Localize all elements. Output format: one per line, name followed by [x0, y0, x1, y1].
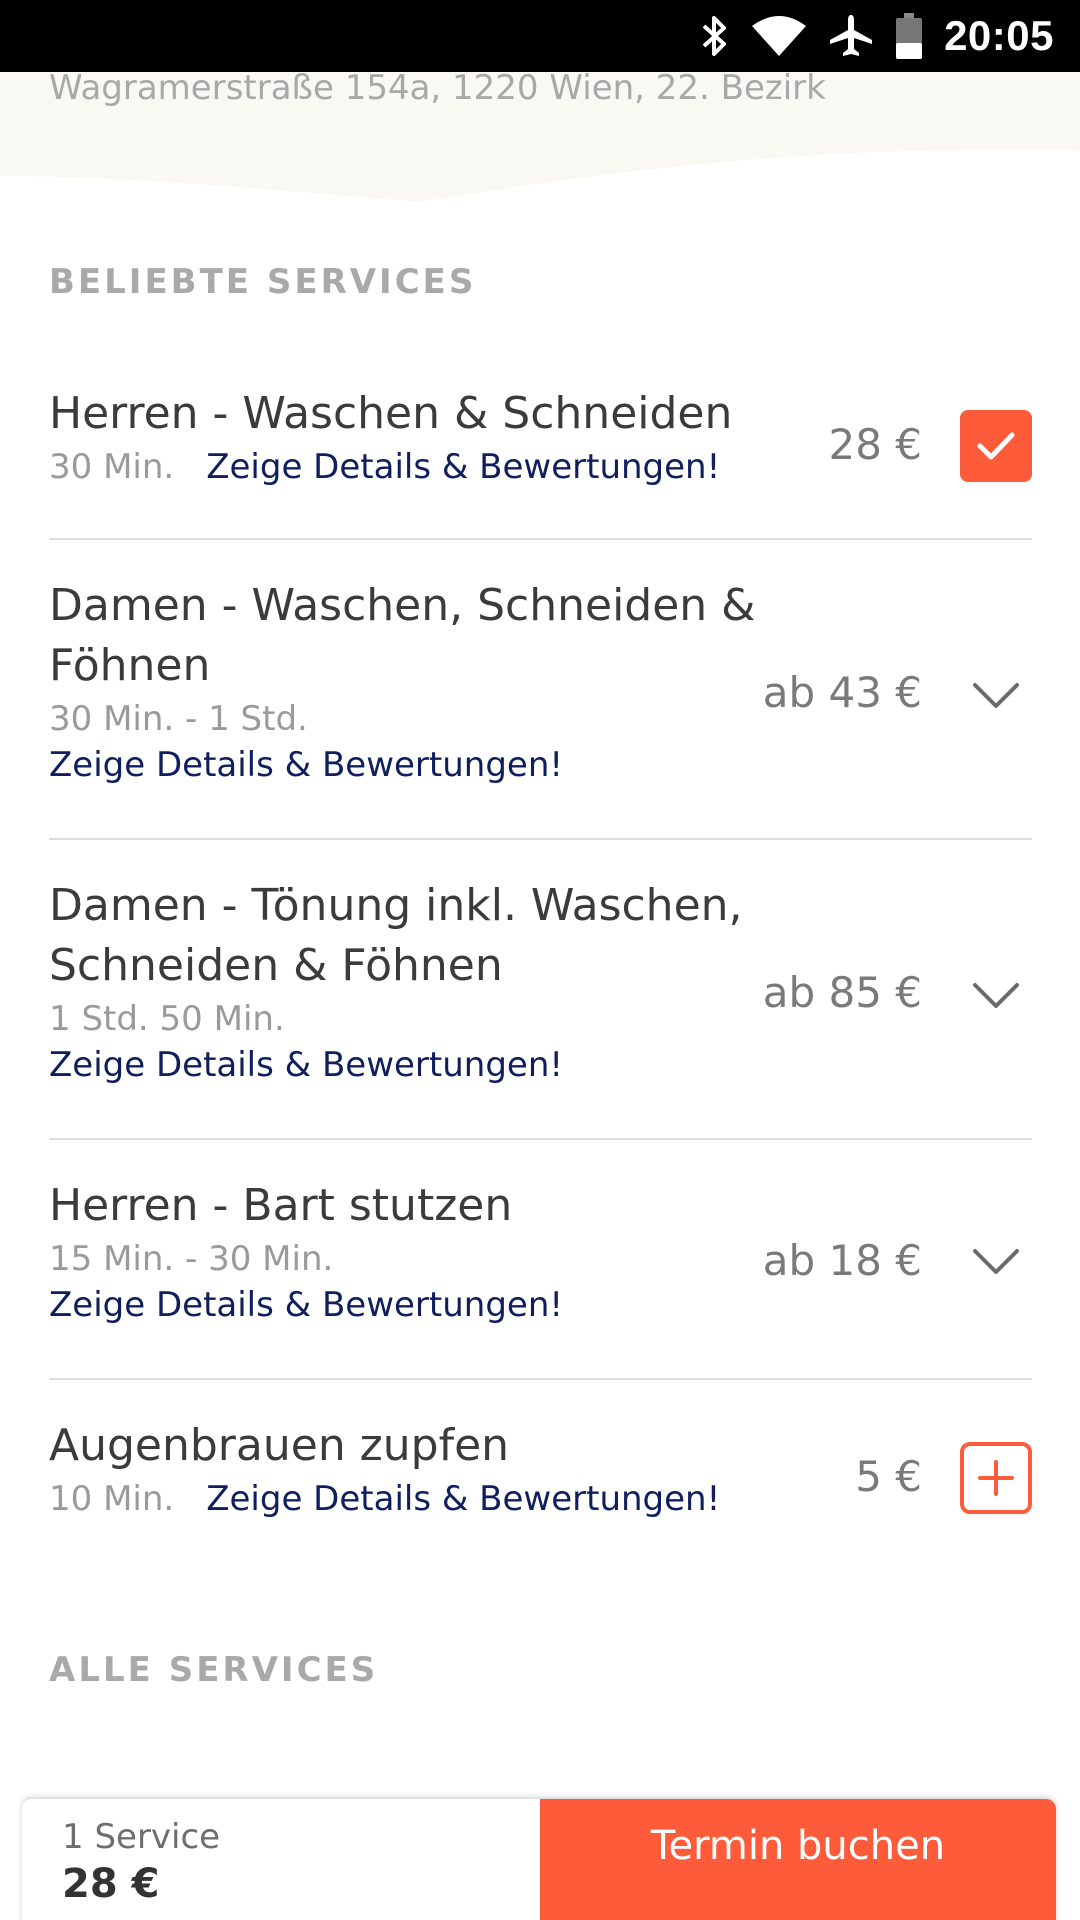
service-price: 5 € [855, 1452, 922, 1501]
details-link[interactable]: Zeige Details & Bewertungen! [49, 1282, 1032, 1328]
booking-summary[interactable]: 1 Service 28 € [22, 1799, 540, 1920]
details-link[interactable]: Zeige Details & Bewertungen! [49, 1042, 1032, 1088]
salon-header: Wagramerstraße 154a, 1220 Wien, 22. Bezi… [0, 72, 1080, 212]
booking-bar: 1 Service 28 € Termin buchen [22, 1799, 1056, 1920]
all-services-title: ALLE SERVICES [49, 1650, 379, 1690]
selected-checkbox[interactable] [960, 410, 1032, 482]
details-link[interactable]: Zeige Details & Bewertungen! [206, 444, 720, 490]
salon-address: Wagramerstraße 154a, 1220 Wien, 22. Bezi… [49, 72, 826, 108]
status-bar: 20:05 [0, 0, 1080, 72]
divider [49, 838, 1032, 840]
service-name: Damen - Waschen, Schneiden & Föhnen [49, 580, 756, 691]
service-duration: 10 Min. [49, 1479, 175, 1519]
service-name: Herren - Waschen & Schneiden [49, 388, 733, 439]
plus-icon [978, 1460, 1014, 1496]
details-link[interactable]: Zeige Details & Bewertungen! [206, 1476, 720, 1522]
status-time: 20:05 [944, 12, 1054, 59]
service-row[interactable]: Herren - Bart stutzen 15 Min. - 30 Min. … [49, 1176, 1032, 1346]
book-appointment-label: Termin buchen [650, 1823, 946, 1869]
details-link[interactable]: Zeige Details & Bewertungen! [49, 742, 1032, 788]
divider [49, 1138, 1032, 1140]
service-price: ab 43 € [762, 668, 922, 717]
service-name: Augenbrauen zupfen [49, 1420, 510, 1471]
service-row[interactable]: Herren - Waschen & Schneiden 30 Min. Zei… [49, 384, 1032, 504]
battery-icon [896, 13, 923, 59]
service-count: 1 Service [62, 1817, 221, 1857]
status-icons: 20:05 [700, 0, 1054, 72]
chevron-down-icon [973, 1249, 1019, 1274]
service-row[interactable]: Augenbrauen zupfen 10 Min. Zeige Details… [49, 1416, 1032, 1536]
divider [49, 1378, 1032, 1380]
chevron-down-icon [973, 683, 1019, 708]
expand-button[interactable] [960, 1226, 1032, 1298]
bluetooth-icon [702, 16, 727, 56]
service-name: Damen - Tönung inkl. Waschen, Schneiden … [49, 880, 743, 991]
service-price: ab 18 € [762, 1236, 922, 1285]
expand-button[interactable] [960, 660, 1032, 732]
expand-button[interactable] [960, 960, 1032, 1032]
divider [49, 538, 1032, 540]
service-duration: 30 Min. [49, 447, 175, 487]
popular-services-title: BELIEBTE SERVICES [49, 262, 477, 302]
add-service-button[interactable] [960, 1442, 1032, 1514]
book-appointment-button[interactable]: Termin buchen [540, 1799, 1056, 1920]
service-row[interactable]: Damen - Tönung inkl. Waschen, Schneiden … [49, 876, 1032, 1096]
service-price: ab 85 € [762, 968, 922, 1017]
airplane-icon [830, 15, 873, 56]
chevron-down-icon [973, 983, 1019, 1008]
checkmark-icon [977, 432, 1015, 460]
service-price: 28 € [828, 420, 922, 469]
service-row[interactable]: Damen - Waschen, Schneiden & Föhnen 30 M… [49, 576, 1032, 796]
total-price: 28 € [62, 1861, 160, 1907]
wifi-icon [752, 16, 807, 56]
service-name: Herren - Bart stutzen [49, 1180, 513, 1231]
